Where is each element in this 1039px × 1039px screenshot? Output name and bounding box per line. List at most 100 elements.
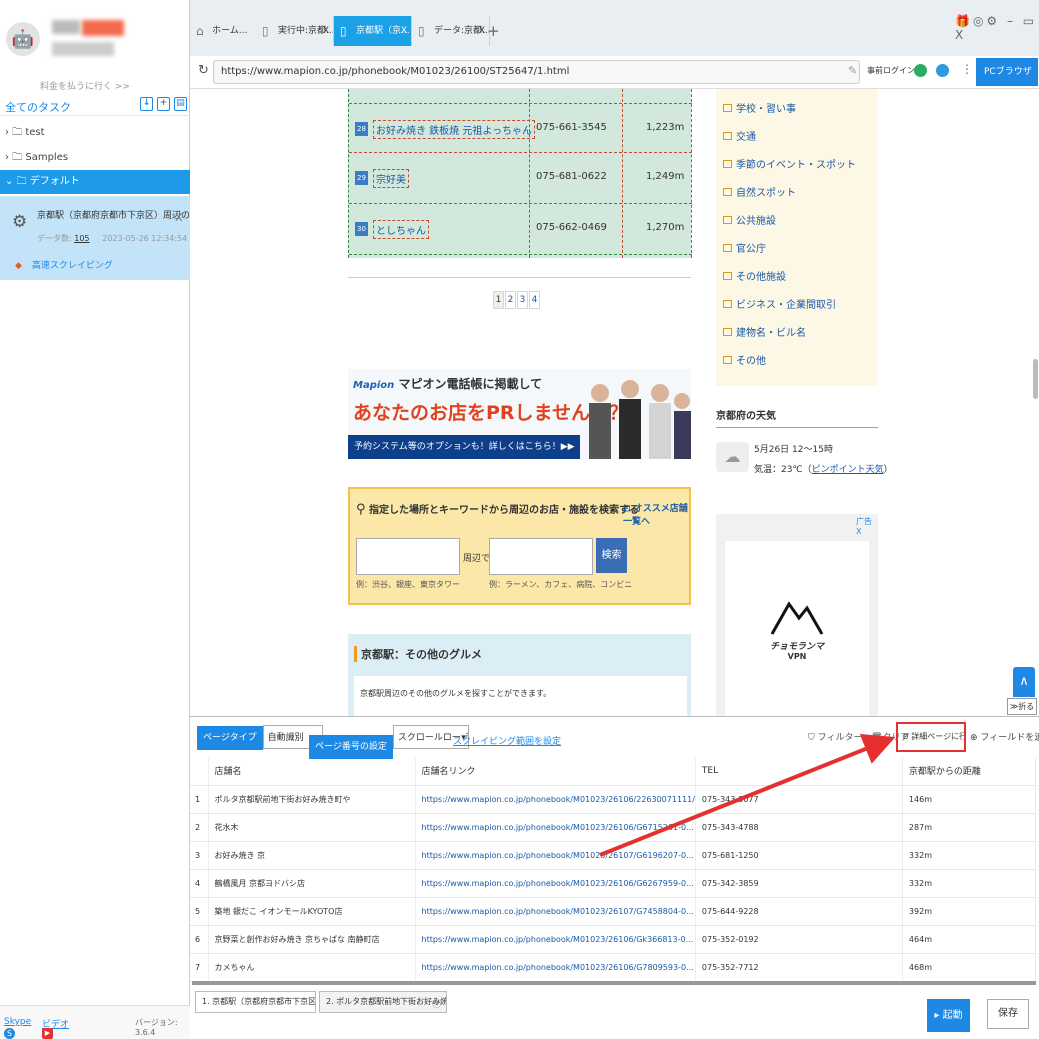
cell-tel[interactable]: 075-352-7712 xyxy=(695,953,903,982)
cell-tel[interactable]: 075-352-0192 xyxy=(695,925,903,954)
column-header[interactable]: TEL xyxy=(695,757,903,786)
search-button[interactable]: 検索 xyxy=(596,538,627,573)
pinpoint-weather-link[interactable]: ピンポイント天気 xyxy=(812,465,884,475)
tab-data[interactable]: ▯ データ:京都... X xyxy=(412,16,490,46)
tree-item-test[interactable]: › 🗀 test xyxy=(0,121,190,145)
pre-login-button[interactable]: 事前ログイン xyxy=(867,65,915,76)
cell-link[interactable]: https://www.mapion.co.jp/phonebook/M0102… xyxy=(415,953,696,982)
column-header[interactable]: 京都駅からの距離 xyxy=(902,757,1037,786)
scrape-range-link[interactable]: スクレイピング範囲を設定 xyxy=(453,734,561,747)
close-icon[interactable]: ⓧ xyxy=(432,997,441,1010)
url-input[interactable]: https://www.mapion.co.jp/phonebook/M0102… xyxy=(213,60,860,84)
cell-distance[interactable]: 332m xyxy=(902,841,1037,870)
pr-banner[interactable]: Mapion マピオン電話帳に掲載して あなたのお店をPRしませんか？ 予約シス… xyxy=(348,369,691,459)
pay-link[interactable]: 料金を払うに行く >> xyxy=(40,79,130,92)
shop-name-link[interactable]: お好み焼き 鉄板焼 元祖よっちゃん xyxy=(373,120,536,139)
data-tab-2[interactable]: 2. ポルタ京都駅前地下街お好み焼... xyxy=(319,991,447,1013)
close-icon[interactable]: X xyxy=(323,16,329,46)
category-link[interactable]: 官公庁 xyxy=(723,240,766,255)
category-link[interactable]: その他 xyxy=(723,352,766,367)
cell-link[interactable]: https://www.mapion.co.jp/phonebook/M0102… xyxy=(415,841,696,870)
shop-name-link[interactable]: 宗好美 xyxy=(373,169,409,188)
cell-name[interactable]: カメちゃん xyxy=(208,953,416,982)
add-field-button[interactable]: ⊕ フィールドを追加 xyxy=(970,730,1039,743)
cell-tel[interactable]: 075-343-3077 xyxy=(695,785,903,814)
fold-button[interactable]: ≫折る xyxy=(1007,698,1037,715)
category-link[interactable]: 自然スポット xyxy=(723,184,796,199)
new-tab-icon[interactable]: + xyxy=(487,22,500,40)
cell-link[interactable]: https://www.mapion.co.jp/phonebook/M0102… xyxy=(415,813,696,842)
keyword-input[interactable] xyxy=(489,538,593,575)
video-link[interactable]: ▶ ビデオ xyxy=(42,1017,69,1039)
run-button[interactable]: ▸ 起動 xyxy=(927,999,970,1032)
window-controls[interactable]: 🎁◎⚙ – ▭ X xyxy=(955,14,1039,42)
new-folder-icon[interactable]: ▤ xyxy=(174,97,187,111)
table-row[interactable]: 7 カメちゃん https://www.mapion.co.jp/phonebook… xyxy=(190,953,1037,982)
recommended-shops-link[interactable]: ⊡ オススメ店舗一覧へ xyxy=(623,501,689,527)
tree-item-samples[interactable]: › 🗀 Samples xyxy=(0,146,190,170)
cell-distance[interactable]: 332m xyxy=(902,869,1037,898)
category-link[interactable]: 公共施設 xyxy=(723,212,776,227)
category-link[interactable]: 交通 xyxy=(723,128,756,143)
task-card[interactable]: ⚙ 京都駅（京都府京都市下京区）周辺のお好... X データ数: 105 202… xyxy=(0,196,217,280)
cell-distance[interactable]: 392m xyxy=(902,897,1037,926)
cell-name[interactable]: 京野菜と創作お好み焼き 京ちゃばな 南静町店 xyxy=(208,925,416,954)
cell-link[interactable]: https://www.mapion.co.jp/phonebook/M0102… xyxy=(415,869,696,898)
close-icon[interactable]: X xyxy=(479,16,485,46)
ad-close[interactable]: 广告 X xyxy=(856,516,878,536)
page-type-select[interactable]: ページタイプ自動識別 ▾ xyxy=(197,725,323,750)
page-scrollbar[interactable] xyxy=(1033,359,1038,399)
avatar[interactable]: 🤖 xyxy=(6,22,40,56)
cell-tel[interactable]: 075-681-1250 xyxy=(695,841,903,870)
cell-distance[interactable]: 464m xyxy=(902,925,1037,954)
status-green-icon[interactable] xyxy=(914,64,927,77)
category-link[interactable]: 季節のイベント・スポット xyxy=(723,156,856,171)
cell-distance[interactable]: 146m xyxy=(902,785,1037,814)
table-row[interactable]: 3 お好み焼き 京 https://www.mapion.co.jp/phonebo… xyxy=(190,841,1037,870)
refresh-icon[interactable]: ↻ xyxy=(198,63,209,78)
cell-name[interactable]: 花水木 xyxy=(208,813,416,842)
cell-name[interactable]: お好み焼き 京 xyxy=(208,841,416,870)
page-2[interactable]: 2 xyxy=(505,291,516,309)
tab-running[interactable]: ▯ 実行中:京都... X xyxy=(256,16,334,46)
cell-distance[interactable]: 468m xyxy=(902,953,1037,982)
place-input[interactable] xyxy=(356,538,460,575)
close-icon[interactable]: X xyxy=(401,16,407,46)
grid-horizontal-scrollbar[interactable] xyxy=(192,981,1036,985)
category-link[interactable]: ビジネス・企業間取引 xyxy=(723,296,836,311)
data-tab-1[interactable]: 1. 京都駅（京都府京都市下京区）... xyxy=(195,991,316,1013)
category-link[interactable]: 学校・習い事 xyxy=(723,100,796,115)
save-button[interactable]: 保存 xyxy=(987,999,1029,1029)
cell-tel[interactable]: 075-343-4788 xyxy=(695,813,903,842)
cell-tel[interactable]: 075-342-3859 xyxy=(695,869,903,898)
page-1[interactable]: 1 xyxy=(493,291,504,309)
column-header[interactable]: 店舗名リンク xyxy=(415,757,696,786)
cell-link[interactable]: https://www.mapion.co.jp/phonebook/M0102… xyxy=(415,925,696,954)
skype-link[interactable]: S Skype xyxy=(4,1017,31,1039)
cell-name[interactable]: 鶴橋風月 京都ヨドバシ店 xyxy=(208,869,416,898)
pc-browser-dropdown[interactable]: PCブラウザ ▾ xyxy=(976,58,1038,105)
tree-item-default[interactable]: ⌄ 🗀 デフォルト xyxy=(0,170,190,194)
table-row[interactable]: 6 京野菜と創作お好み焼き 京ちゃばな 南静町店 https://www.mapio… xyxy=(190,925,1037,954)
close-icon[interactable]: X xyxy=(175,211,183,224)
table-row[interactable]: 1 ポルタ京都駅前地下街お好み焼き町や https://www.mapion.co.… xyxy=(190,785,1037,814)
more-icon[interactable]: ⋮ xyxy=(961,62,973,76)
cell-name[interactable]: 築地 銀だこ イオンモールKYOTO店 xyxy=(208,897,416,926)
category-link[interactable]: 建物名・ビル名 xyxy=(723,324,806,339)
go-detail-page-button[interactable]: ⊙ 詳細ページに行く xyxy=(896,722,966,752)
page-4[interactable]: 4 xyxy=(529,291,540,309)
cell-tel[interactable]: 075-644-9228 xyxy=(695,897,903,926)
shop-name-link[interactable]: としちゃん xyxy=(373,220,429,239)
ad-box[interactable]: 广告 X チョモランマ VPN xyxy=(716,514,878,716)
all-tasks-label[interactable]: 全てのタスク xyxy=(5,99,71,115)
tab-kyoto-station[interactable]: ▯ 京都駅（京... X xyxy=(334,16,412,46)
cell-link[interactable]: https://www.mapion.co.jp/phonebook/M0102… xyxy=(415,785,696,814)
page-3[interactable]: 3 xyxy=(517,291,528,309)
status-blue-icon[interactable] xyxy=(936,64,949,77)
edit-icon[interactable]: ✎ xyxy=(848,64,857,77)
filter-button[interactable]: ⛉ フィルター xyxy=(808,733,862,743)
cell-link[interactable]: https://www.mapion.co.jp/phonebook/M0102… xyxy=(415,897,696,926)
table-row[interactable]: 5 築地 銀だこ イオンモールKYOTO店 https://www.mapion.c… xyxy=(190,897,1037,926)
new-task-icon[interactable]: + xyxy=(157,97,170,111)
data-count[interactable]: 105 xyxy=(74,234,89,243)
